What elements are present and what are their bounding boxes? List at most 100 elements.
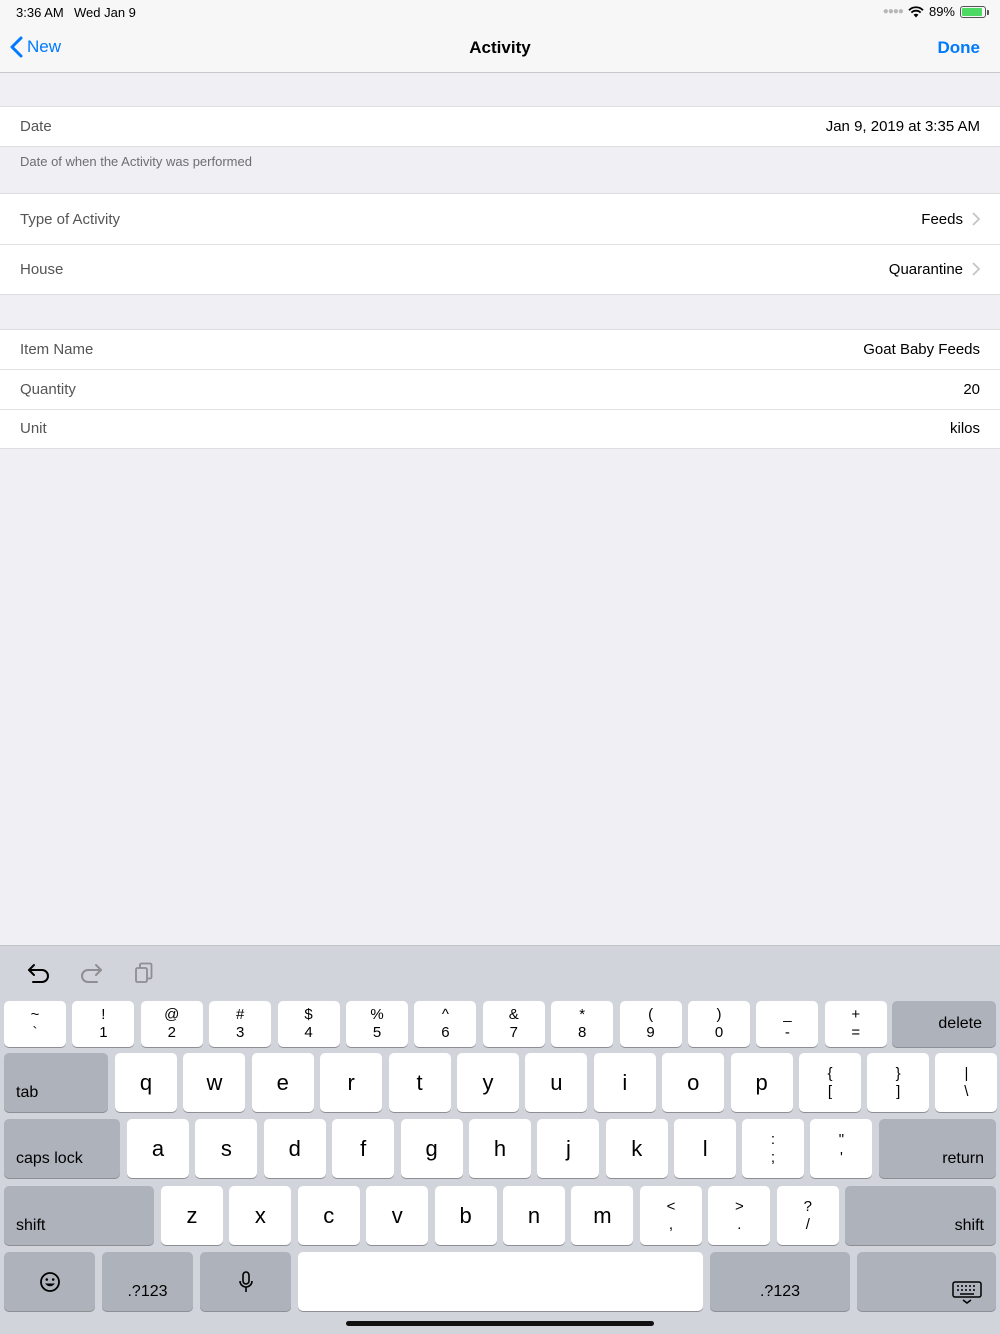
undo-icon[interactable] — [27, 962, 51, 984]
letter-key[interactable]: b — [434, 1186, 497, 1245]
number-key[interactable]: (9 — [619, 1001, 682, 1047]
page-title: Activity — [469, 38, 531, 57]
unit-row[interactable]: Unit kilos — [0, 409, 1000, 448]
home-indicator[interactable] — [346, 1321, 654, 1326]
letter-key[interactable]: r — [320, 1053, 383, 1112]
number-key[interactable]: ) 0 — [688, 1001, 750, 1047]
status-date: Wed Jan 9 — [74, 5, 136, 20]
type-of-activity-row[interactable]: Type of Activity Feeds — [0, 194, 1000, 244]
dictation-key[interactable] — [200, 1252, 291, 1311]
key-base-symbol: 1 — [99, 1024, 108, 1041]
numbers-key-right[interactable]: .?123 — [710, 1252, 850, 1311]
letter-key[interactable]: q — [115, 1053, 177, 1112]
letter-key[interactable]: p — [730, 1053, 793, 1112]
number-key[interactable]: & 7 — [482, 1001, 545, 1047]
letter-key[interactable]: d — [263, 1119, 326, 1178]
letter-key[interactable]: o — [662, 1053, 725, 1112]
number-key[interactable]: @2 — [140, 1001, 203, 1047]
number-key[interactable]: * 8 — [551, 1001, 614, 1047]
letter-key[interactable]: e — [251, 1053, 314, 1112]
symbol-key[interactable]: " ' — [810, 1119, 873, 1178]
date-row[interactable]: Date Jan 9, 2019 at 3:35 AM — [0, 107, 1000, 146]
letter-key[interactable]: s — [195, 1119, 258, 1178]
status-time: 3:36 AM — [16, 5, 64, 20]
type-of-activity-label: Type of Activity — [20, 210, 121, 228]
symbol-key[interactable]: | \ — [935, 1053, 998, 1112]
done-button[interactable]: Done — [938, 38, 981, 58]
type-of-activity-value: Feeds — [921, 210, 963, 228]
activity-section: Type of Activity Feeds House Quarantine — [0, 193, 1000, 295]
delete-key[interactable]: delete — [892, 1001, 996, 1047]
signal-icon: ●●●● — [882, 6, 904, 17]
letter-key[interactable]: f — [332, 1119, 395, 1178]
letter-key[interactable]: h — [469, 1119, 531, 1178]
key-shift-symbol: @ — [164, 1006, 180, 1023]
key-shift-symbol: ! — [101, 1006, 106, 1023]
numbers-key-left[interactable]: .?123 — [102, 1252, 193, 1311]
letter-key[interactable]: v — [366, 1186, 429, 1245]
key-shift-symbol: " — [838, 1130, 845, 1148]
letter-key[interactable]: x — [229, 1186, 292, 1245]
emoji-key[interactable] — [4, 1252, 95, 1311]
letter-key[interactable]: c — [297, 1186, 360, 1245]
return-key[interactable]: return — [879, 1119, 996, 1178]
microphone-icon — [238, 1270, 253, 1292]
redo-icon[interactable] — [79, 962, 103, 984]
key-shift-symbol: ^ — [441, 1006, 449, 1023]
letter-key[interactable]: j — [537, 1119, 600, 1178]
space-key[interactable] — [298, 1252, 703, 1311]
symbol-key[interactable]: <, — [640, 1186, 702, 1245]
unit-value[interactable]: kilos — [950, 420, 980, 437]
letter-key[interactable]: a — [127, 1119, 189, 1178]
house-label: House — [20, 260, 64, 278]
number-key[interactable]: % 5 — [346, 1001, 408, 1047]
tab-key[interactable]: tab — [4, 1053, 108, 1112]
symbol-key[interactable]: }] — [867, 1053, 930, 1112]
number-key[interactable]: _ - — [756, 1001, 819, 1047]
number-key[interactable]: ^ 6 — [414, 1001, 477, 1047]
wifi-icon — [908, 5, 924, 17]
key-base-symbol: 5 — [372, 1024, 382, 1041]
letter-key[interactable]: k — [605, 1119, 668, 1178]
key-shift-symbol: % — [370, 1006, 384, 1023]
left-shift-key[interactable]: shift — [4, 1186, 154, 1245]
key-base-symbol: 4 — [304, 1024, 313, 1041]
paste-icon[interactable] — [134, 962, 154, 984]
number-key[interactable]: $4 — [277, 1001, 340, 1047]
symbol-key[interactable]: :; — [742, 1119, 804, 1178]
letter-key[interactable]: z — [161, 1186, 223, 1245]
symbol-key[interactable]: {[ — [799, 1053, 861, 1112]
letter-key[interactable]: u — [525, 1053, 588, 1112]
letter-key[interactable]: n — [503, 1186, 565, 1245]
letter-key[interactable]: t — [388, 1053, 451, 1112]
date-value: Jan 9, 2019 at 3:35 AM — [825, 118, 980, 135]
letter-key[interactable]: g — [400, 1119, 463, 1178]
letter-key[interactable]: y — [457, 1053, 519, 1112]
letter-key[interactable]: i — [593, 1053, 656, 1112]
letter-key[interactable]: l — [674, 1119, 737, 1178]
dismiss-keyboard-key[interactable] — [857, 1252, 996, 1311]
item-name-row[interactable]: Item Name Goat Baby Feeds — [0, 330, 1000, 369]
letter-key[interactable]: w — [183, 1053, 246, 1112]
key-shift-symbol: + — [851, 1006, 861, 1023]
number-key[interactable]: + = — [824, 1001, 887, 1047]
item-name-value[interactable]: Goat Baby Feeds — [863, 341, 980, 358]
symbol-key[interactable]: ? / — [776, 1186, 839, 1245]
key-shift-symbol: & — [508, 1006, 519, 1023]
number-key[interactable]: #3 — [209, 1001, 272, 1047]
caps-lock-key[interactable]: caps lock — [4, 1119, 120, 1178]
number-key[interactable]: ~ ` — [4, 1001, 66, 1047]
number-key[interactable]: ! 1 — [72, 1001, 135, 1047]
house-row[interactable]: House Quarantine — [0, 244, 1000, 294]
key-base-symbol: ] — [896, 1082, 901, 1100]
key-base-symbol: , — [668, 1215, 674, 1233]
right-shift-key[interactable]: shift — [845, 1186, 996, 1245]
symbol-key[interactable]: >. — [708, 1186, 771, 1245]
battery-fill — [962, 7, 982, 16]
quantity-value[interactable]: 20 — [963, 381, 980, 398]
letter-key[interactable]: m — [571, 1186, 634, 1245]
quantity-row[interactable]: Quantity 20 — [0, 369, 1000, 409]
house-value-wrap: Quarantine — [889, 261, 980, 278]
date-footer-note: Date of when the Activity was performed — [20, 154, 252, 169]
key-base-symbol: \ — [964, 1082, 969, 1100]
